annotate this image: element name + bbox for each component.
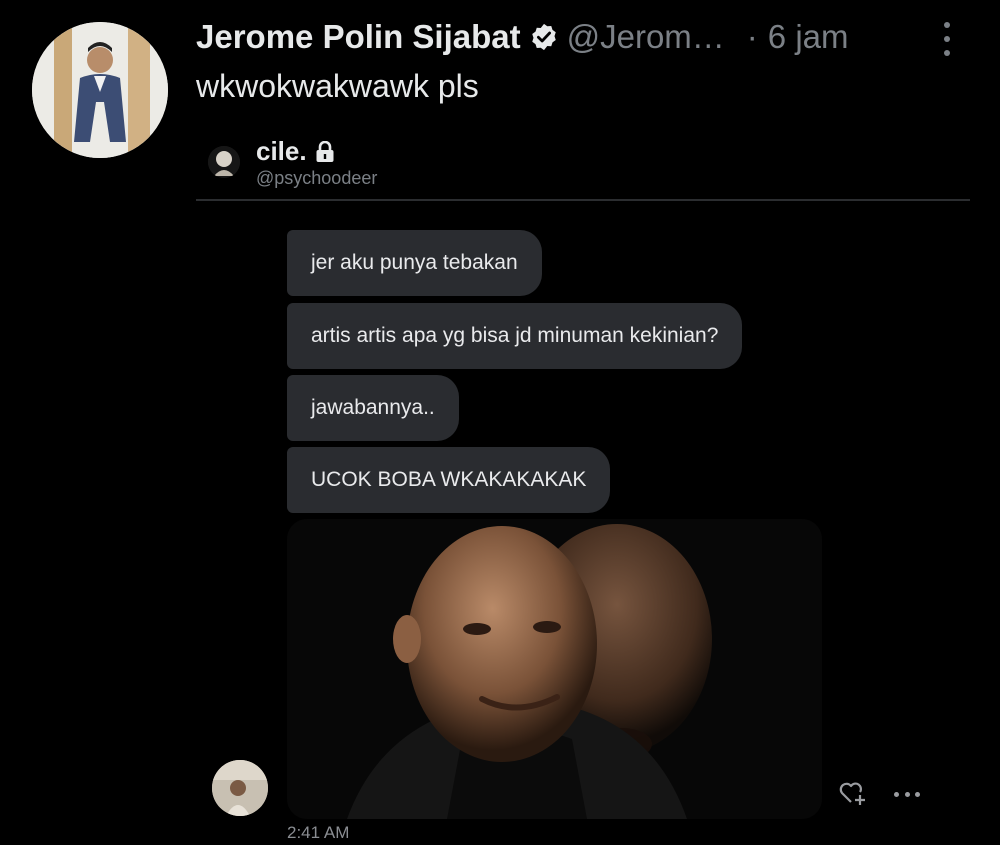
author-handle[interactable]: @Jerom…: [567, 18, 725, 56]
more-vertical-icon[interactable]: [940, 22, 954, 56]
quoted-user-avatar: [208, 146, 240, 178]
quoted-user-handle: @psychoodeer: [256, 168, 378, 188]
verified-badge-icon: [529, 22, 559, 52]
author-avatar[interactable]: [32, 22, 168, 158]
message-timestamp: 2:41 AM: [287, 823, 350, 842]
chat-message: jer aku punya tebakan: [287, 230, 542, 296]
chat-message: jawabannya..: [287, 375, 459, 441]
chat-message: artis artis apa yg bisa jd minuman kekin…: [287, 303, 743, 369]
heart-plus-icon[interactable]: [838, 780, 868, 806]
chat-message: UCOK BOBA WKAKAKAKAK: [287, 447, 611, 513]
quoted-user-name: cile.: [256, 136, 335, 167]
tweet-text: wkwokwakwawk pls: [196, 68, 479, 104]
tweet-header: Jerome Polin Sijabat @Jerom… · 6 jam: [196, 14, 849, 60]
quoted-name-label: cile.: [256, 136, 307, 166]
sender-avatar: [212, 760, 268, 816]
more-horizontal-icon[interactable]: [894, 790, 920, 798]
author-name[interactable]: Jerome Polin Sijabat: [196, 18, 521, 56]
media-image[interactable]: [287, 519, 822, 819]
lock-icon: [315, 140, 335, 163]
divider: [196, 199, 970, 201]
tweet-time[interactable]: 6 jam: [768, 18, 849, 56]
separator-dot: ·: [746, 18, 758, 55]
